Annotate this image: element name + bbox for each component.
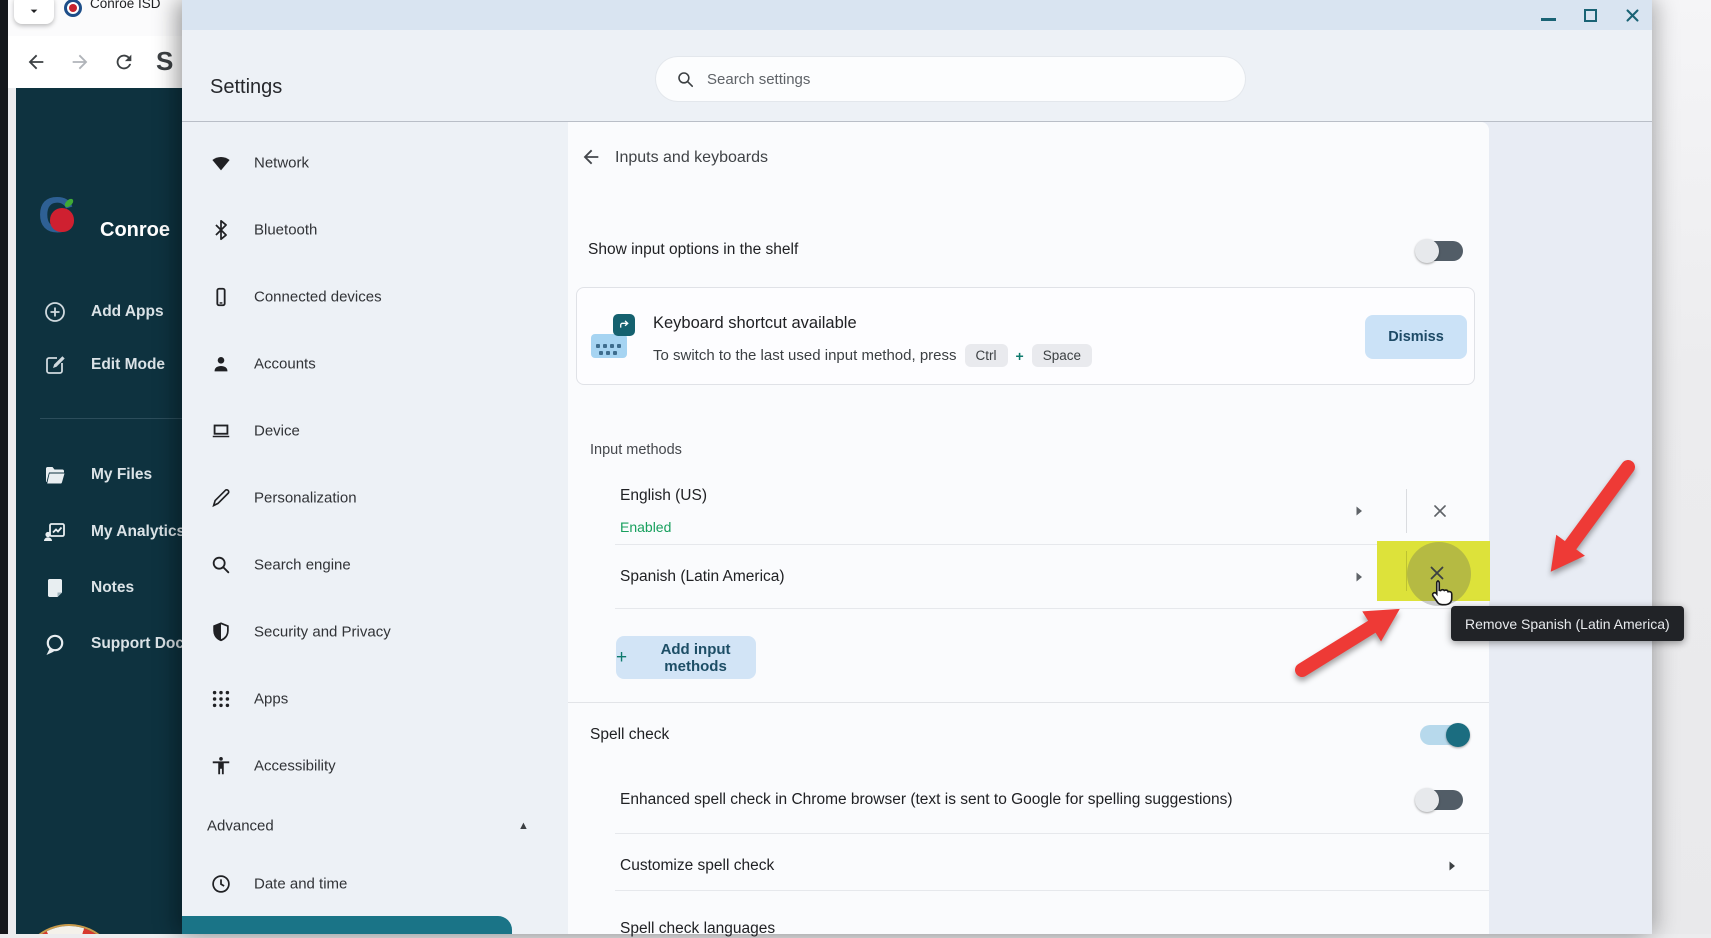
plus-icon: +: [616, 648, 627, 667]
enabled-status: Enabled: [620, 519, 671, 535]
spell-check-toggle[interactable]: [1420, 725, 1466, 745]
person-icon: [210, 353, 232, 375]
forward-button[interactable]: [66, 48, 94, 76]
enhanced-spell-check-toggle[interactable]: [1417, 790, 1463, 810]
back-button[interactable]: [22, 48, 50, 76]
spell-check-label: Spell check: [590, 726, 669, 744]
search-bar[interactable]: [656, 57, 1245, 101]
app-sidebar: C Conroe Add Apps Edit Mode My Files: [16, 88, 190, 934]
apps-grid-icon: [210, 688, 232, 710]
conroe-logo: C: [38, 192, 90, 244]
nav-item-bluetooth[interactable]: Bluetooth: [182, 208, 568, 252]
edit-icon: [43, 353, 67, 377]
content-card: Inputs and keyboards Show input options …: [568, 122, 1489, 934]
sidebar-item-notes[interactable]: Notes: [16, 568, 190, 608]
window-titlebar: [182, 0, 1652, 30]
add-input-methods-button[interactable]: + Add input methods: [616, 636, 756, 679]
browser-tab-strip: Conroe ISD: [8, 0, 182, 36]
page-background-sliver: [1652, 0, 1711, 934]
sidebar-item-add-apps[interactable]: Add Apps: [16, 292, 190, 332]
close-button[interactable]: [1619, 4, 1645, 26]
accessibility-icon: [210, 755, 232, 777]
support-icon: [43, 632, 67, 656]
browser-toolbar: S: [8, 36, 182, 88]
wifi-icon: [210, 152, 232, 174]
nav-item-network[interactable]: Network: [182, 141, 568, 185]
laptop-icon: [210, 420, 232, 442]
search-input[interactable]: [707, 71, 1187, 88]
tab-favicon: [64, 0, 82, 17]
tab-search-button[interactable]: [14, 0, 54, 24]
input-methods-section-label: Input methods: [590, 442, 682, 458]
chevron-right-icon[interactable]: [1351, 503, 1367, 519]
add-circle-icon: [43, 300, 67, 324]
chevron-right-icon[interactable]: [1351, 569, 1367, 585]
sidebar-item-my-files[interactable]: My Files: [16, 455, 190, 495]
chevron-right-icon: [1444, 858, 1460, 874]
sidebar-item-my-analytics[interactable]: My Analytics: [16, 512, 190, 552]
nav-advanced-toggle[interactable]: Advanced ▲: [182, 806, 568, 846]
hand-cursor-icon: [1427, 579, 1457, 609]
enhanced-spell-check-label: Enhanced spell check in Chrome browser (…: [620, 791, 1233, 809]
folder-icon: [43, 463, 67, 487]
shield-icon: [210, 621, 232, 643]
row-separator: [1406, 489, 1407, 533]
settings-window: Settings Network Bluetooth Connected dev…: [182, 0, 1652, 934]
phone-icon: [210, 286, 232, 308]
settings-nav: Network Bluetooth Connected devices Acco…: [182, 122, 568, 934]
nav-item-connected-devices[interactable]: Connected devices: [182, 275, 568, 319]
maximize-button[interactable]: [1577, 4, 1603, 26]
brand-name: Conroe: [100, 219, 170, 242]
search-icon: [676, 70, 695, 89]
show-input-options-toggle[interactable]: [1417, 241, 1463, 261]
screen-edge-strip: [0, 0, 8, 934]
nav-item-date-time[interactable]: Date and time: [182, 862, 568, 906]
back-arrow-button[interactable]: [580, 146, 604, 170]
caret-up-icon: ▲: [518, 820, 529, 832]
minimize-button[interactable]: [1535, 4, 1561, 26]
bluetooth-icon: [210, 219, 232, 241]
nav-item-device[interactable]: Device: [182, 409, 568, 453]
keyboard-shortcut-icon: [591, 314, 637, 360]
sidebar-divider: [40, 418, 190, 419]
nav-item-security-privacy[interactable]: Security and Privacy: [182, 610, 568, 654]
settings-header: Settings: [182, 30, 1652, 122]
tooltip: Remove Spanish (Latin America): [1451, 606, 1684, 641]
apple-icon: [50, 208, 74, 232]
brush-icon: [210, 487, 232, 509]
sidebar-item-support-docs[interactable]: Support Docs: [16, 624, 190, 664]
page-title: Settings: [210, 76, 282, 99]
spell-check-languages-label: Spell check languages: [620, 920, 775, 938]
ctrl-key-chip: Ctrl: [965, 344, 1008, 367]
remove-english-button[interactable]: [1426, 497, 1454, 525]
nav-item-apps[interactable]: Apps: [182, 677, 568, 721]
notes-icon: [43, 576, 67, 600]
nav-item-accessibility[interactable]: Accessibility: [182, 744, 568, 788]
search-icon: [210, 554, 232, 576]
nav-item-accounts[interactable]: Accounts: [182, 342, 568, 386]
life-preserver-graphic: [16, 913, 131, 934]
sidebar-item-edit-mode[interactable]: Edit Mode: [16, 345, 190, 385]
clipped-toolbar-glyph: S: [156, 46, 173, 77]
reload-button[interactable]: [110, 48, 138, 76]
tab-title[interactable]: Conroe ISD: [90, 0, 161, 11]
show-input-options-label: Show input options in the shelf: [588, 241, 798, 259]
subpage-title: Inputs and keyboards: [615, 149, 768, 167]
settings-main-area: Inputs and keyboards Show input options …: [568, 122, 1652, 934]
browser-window: Conroe ISD S C Conroe Add Apps: [8, 0, 182, 934]
chevron-down-icon: [26, 3, 42, 24]
nav-item-personalization[interactable]: Personalization: [182, 476, 568, 520]
nav-item-search-engine[interactable]: Search engine: [182, 543, 568, 587]
space-key-chip: Space: [1032, 344, 1092, 367]
analytics-icon: [43, 520, 67, 544]
banner-description-row: To switch to the last used input method,…: [653, 344, 1092, 367]
banner-title: Keyboard shortcut available: [653, 314, 857, 333]
keyboard-shortcut-banner: Keyboard shortcut available To switch to…: [576, 287, 1475, 385]
teal-banner-clipped: [182, 916, 512, 934]
highlighted-remove-area: [1377, 541, 1490, 601]
dismiss-button[interactable]: Dismiss: [1365, 315, 1467, 359]
clock-icon: [210, 873, 232, 895]
